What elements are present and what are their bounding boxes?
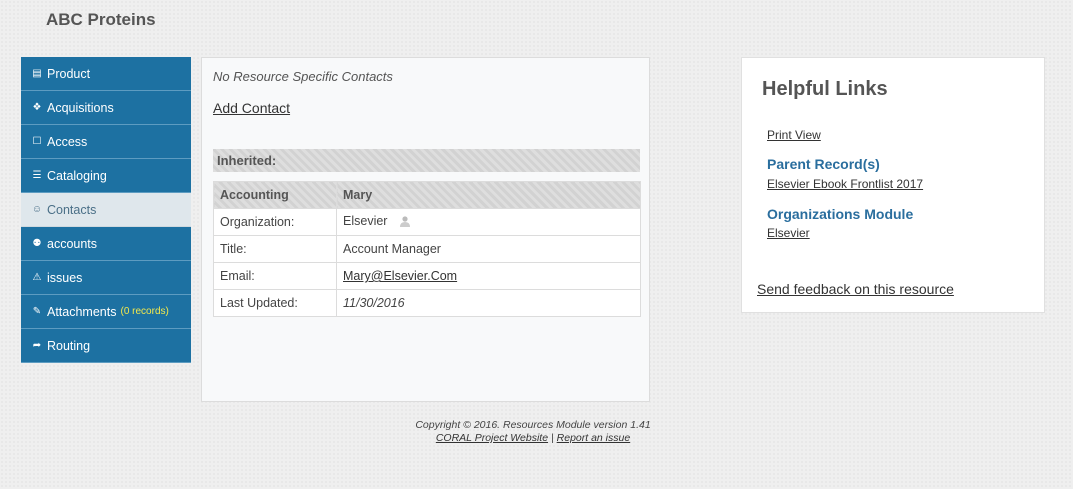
add-contact-link[interactable]: Add Contact <box>213 100 290 116</box>
book-icon: ▤ <box>32 68 42 79</box>
sidebar-item-label: Access <box>47 134 88 149</box>
organization-value: Elsevier <box>343 214 388 229</box>
parent-records-heading: Parent Record(s) <box>767 156 880 172</box>
sidebar-item-access[interactable]: ☐ Access <box>21 125 191 159</box>
sidebar-item-label: Routing <box>47 338 91 353</box>
coral-website-link[interactable]: CORAL Project Website <box>436 432 548 444</box>
helpful-links-panel: Helpful Links Print View Parent Record(s… <box>741 57 1045 313</box>
sidebar-item-acquisitions[interactable]: ❖ Acquisitions <box>21 91 191 125</box>
no-contacts-message: No Resource Specific Contacts <box>213 69 393 84</box>
row-label: Title: <box>213 235 337 263</box>
unlock-icon: ☐ <box>32 136 42 147</box>
user-icon[interactable] <box>399 215 411 230</box>
sidebar-item-cataloging[interactable]: ☰ Cataloging <box>21 159 191 193</box>
footer-links: CORAL Project Website | Report an issue <box>0 432 1066 444</box>
table-row: Organization: Elsevier <box>213 208 641 236</box>
list-icon: ☰ <box>32 170 42 181</box>
sidebar-item-issues[interactable]: ⚠ issues <box>21 261 191 295</box>
sidebar-item-label: Acquisitions <box>47 100 114 115</box>
organizations-module-heading: Organizations Module <box>767 206 914 222</box>
sidebar-item-label: Attachments <box>47 304 117 319</box>
sidebar-item-label: Contacts <box>47 202 97 217</box>
helpful-links-title: Helpful Links <box>762 78 888 100</box>
table-row: Email: Mary@Elsevier.Com <box>213 262 641 290</box>
sidebar-item-product[interactable]: ▤ Product <box>21 57 191 91</box>
report-issue-link[interactable]: Report an issue <box>557 432 631 444</box>
warning-icon: ⚠ <box>32 272 42 283</box>
table-row: Last Updated: 11/30/2016 <box>213 289 641 317</box>
feedback-link[interactable]: Send feedback on this resource <box>757 281 954 297</box>
attachments-count: (0 records) <box>120 306 169 317</box>
sidebar: ▤ Product ❖ Acquisitions ☐ Access ☰ Cata… <box>21 57 191 363</box>
table-header-row: Accounting Mary <box>213 181 641 209</box>
parent-record-link[interactable]: Elsevier Ebook Frontlist 2017 <box>767 177 923 191</box>
table-row: Title: Account Manager <box>213 235 641 263</box>
page-title: ABC Proteins <box>46 10 156 29</box>
organization-link[interactable]: Elsevier <box>767 226 810 240</box>
footer-separator: | <box>550 432 554 444</box>
title-value: Account Manager <box>336 235 641 263</box>
last-updated-value: 11/30/2016 <box>336 289 641 317</box>
sidebar-item-accounts[interactable]: ⚉ accounts <box>21 227 191 261</box>
sidebar-item-label: accounts <box>47 236 98 251</box>
paperclip-icon: ✎ <box>32 306 42 317</box>
sitemap-icon: ❖ <box>32 102 42 113</box>
user-plus-icon: ☺ <box>31 204 43 215</box>
sidebar-item-label: Cataloging <box>47 168 107 183</box>
users-icon: ⚉ <box>32 238 42 249</box>
inherited-heading: Inherited: <box>213 149 640 172</box>
row-label: Email: <box>213 262 337 290</box>
row-value: Elsevier <box>336 208 641 236</box>
row-label: Organization: <box>213 208 337 236</box>
sidebar-item-label: Product <box>47 66 91 81</box>
footer: Copyright © 2016. Resources Module versi… <box>0 419 1066 444</box>
copyright-text: Copyright © 2016. Resources Module versi… <box>415 419 651 431</box>
sidebar-item-label: issues <box>47 270 83 285</box>
email-link[interactable]: Mary@Elsevier.Com <box>343 269 457 283</box>
contact-table: Accounting Mary Organization: Elsevier T… <box>213 181 641 317</box>
sidebar-item-attachments[interactable]: ✎ Attachments (0 records) <box>21 295 191 329</box>
print-view-link[interactable]: Print View <box>767 128 821 142</box>
contact-role: Accounting <box>213 181 337 209</box>
share-icon: ➦ <box>32 340 42 351</box>
sidebar-item-routing[interactable]: ➦ Routing <box>21 329 191 363</box>
contact-name: Mary <box>336 181 641 209</box>
row-value: Mary@Elsevier.Com <box>336 262 641 290</box>
contacts-panel: No Resource Specific Contacts Add Contac… <box>201 57 650 402</box>
row-label: Last Updated: <box>213 289 337 317</box>
sidebar-item-contacts[interactable]: ☺ Contacts <box>21 193 191 227</box>
